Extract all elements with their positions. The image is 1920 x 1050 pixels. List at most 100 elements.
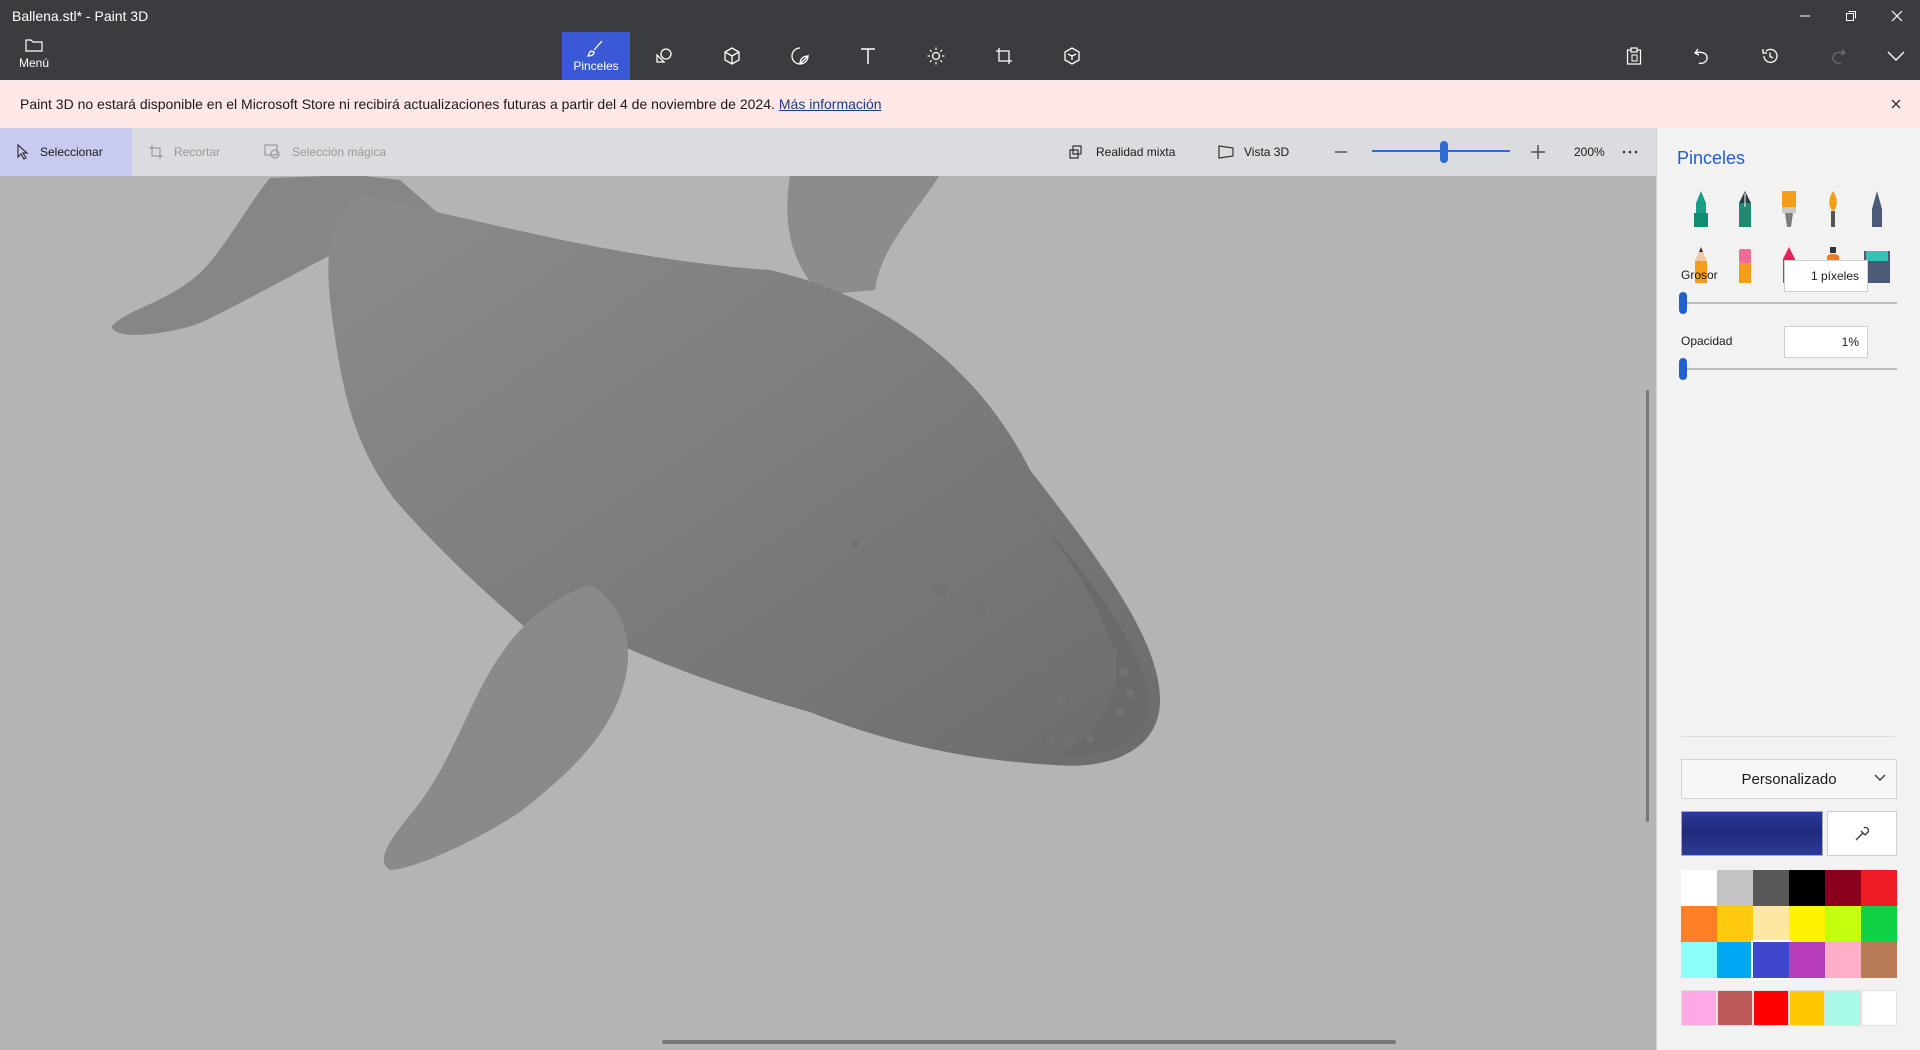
app-bar: Ballena.stl* - Paint 3D Menú Pinceles xyxy=(0,0,1920,80)
zoom-slider-thumb[interactable] xyxy=(1440,141,1448,163)
magic-select-icon xyxy=(264,144,280,159)
eyedropper-icon xyxy=(1855,826,1870,840)
color-swatch[interactable] xyxy=(1825,870,1861,906)
menu-button[interactable]: Menú xyxy=(10,36,58,76)
zoom-value[interactable]: 200% xyxy=(1574,128,1605,176)
tool-effects[interactable] xyxy=(902,32,970,80)
zoom-in-button[interactable] xyxy=(1530,128,1546,176)
sun-effects-icon xyxy=(927,47,945,65)
2d-shapes-icon xyxy=(656,48,672,63)
custom-color-swatch[interactable] xyxy=(1753,990,1789,1026)
tool-canvas[interactable] xyxy=(970,32,1038,80)
minus-icon xyxy=(1335,151,1347,153)
view-3d-label: Vista 3D xyxy=(1244,145,1290,159)
current-color-swatch[interactable] xyxy=(1681,811,1823,856)
restore-button[interactable] xyxy=(1828,0,1874,32)
custom-color-swatch[interactable] xyxy=(1789,990,1825,1026)
mixed-reality-button[interactable]: Realidad mixta xyxy=(1068,128,1175,176)
color-swatch[interactable] xyxy=(1825,906,1861,942)
eraser-icon xyxy=(1739,249,1751,283)
more-icon xyxy=(1622,150,1638,154)
opacity-input[interactable]: 1% xyxy=(1784,326,1868,358)
thickness-slider-thumb[interactable] xyxy=(1679,292,1687,314)
view-3d-button[interactable]: Vista 3D xyxy=(1218,128,1289,176)
notification-banner: Paint 3D no estará disponible en el Micr… xyxy=(0,80,1920,128)
tool-3d-library[interactable] xyxy=(1038,32,1106,80)
color-swatch[interactable] xyxy=(1861,942,1897,978)
minimize-button[interactable] xyxy=(1782,0,1828,32)
redo-button[interactable] xyxy=(1816,36,1860,76)
thickness-input[interactable]: 1 píxeles xyxy=(1784,260,1868,292)
magic-select-label: Selección mágica xyxy=(292,145,387,159)
opacity-label: Opacidad xyxy=(1681,334,1733,348)
canvas-crop-icon xyxy=(996,48,1012,64)
opacity-slider-thumb[interactable] xyxy=(1679,358,1687,380)
custom-color-swatch[interactable] xyxy=(1717,990,1753,1026)
eraser-brush[interactable] xyxy=(1725,242,1765,288)
color-swatch[interactable] xyxy=(1825,942,1861,978)
custom-color-swatch[interactable] xyxy=(1681,990,1717,1026)
tool-stickers[interactable] xyxy=(766,32,834,80)
watercolor-brush[interactable] xyxy=(1813,186,1853,232)
banner-more-info-link[interactable]: Más información xyxy=(779,96,882,112)
color-swatch[interactable] xyxy=(1717,906,1753,942)
vertical-scrollbar[interactable] xyxy=(1646,390,1649,822)
color-swatch[interactable] xyxy=(1681,870,1717,906)
history-button[interactable] xyxy=(1748,36,1792,76)
crop-icon xyxy=(149,145,163,159)
whale-3d-model[interactable] xyxy=(0,176,1656,1050)
3d-library-icon xyxy=(1064,47,1080,65)
opacity-slider-track[interactable] xyxy=(1685,368,1897,370)
color-swatch[interactable] xyxy=(1789,870,1825,906)
view-3d-icon xyxy=(1218,145,1234,159)
canvas-area[interactable] xyxy=(0,176,1656,1050)
zoom-out-button[interactable] xyxy=(1334,128,1348,176)
custom-color-swatch[interactable] xyxy=(1825,990,1861,1026)
color-swatch[interactable] xyxy=(1753,906,1789,942)
banner-close-button[interactable] xyxy=(1886,94,1906,114)
select-label: Seleccionar xyxy=(40,145,103,159)
panel-title: Pinceles xyxy=(1677,148,1746,168)
select-button[interactable]: Seleccionar xyxy=(0,128,132,176)
restore-icon xyxy=(1846,11,1856,21)
expand-button[interactable] xyxy=(1874,36,1918,76)
color-swatch[interactable] xyxy=(1861,906,1897,942)
thickness-slider-track[interactable] xyxy=(1685,302,1897,304)
tool-3d-shapes[interactable] xyxy=(698,32,766,80)
brushes-panel: Pinceles Grosor 1 píxeles Opacidad 1% Pe… xyxy=(1656,128,1920,1050)
marker-brush[interactable] xyxy=(1681,186,1721,232)
magic-select-button[interactable]: Selección mágica xyxy=(264,128,386,176)
paste-button[interactable] xyxy=(1612,36,1656,76)
horizontal-scrollbar[interactable] xyxy=(662,1040,1396,1044)
calligraphy-pen-brush[interactable] xyxy=(1725,186,1765,232)
custom-color-swatch[interactable] xyxy=(1861,990,1897,1026)
color-swatch[interactable] xyxy=(1861,870,1897,906)
color-swatch[interactable] xyxy=(1717,942,1753,978)
color-swatch[interactable] xyxy=(1789,906,1825,942)
pixel-pen-brush[interactable] xyxy=(1857,186,1897,232)
tool-2d-shapes[interactable] xyxy=(630,32,698,80)
minimize-icon xyxy=(1800,15,1810,17)
marker-icon xyxy=(1694,191,1708,227)
color-swatch[interactable] xyxy=(1751,940,1791,980)
color-swatch[interactable] xyxy=(1681,906,1717,942)
window-title: Ballena.stl* - Paint 3D xyxy=(12,8,149,24)
oil-brush[interactable] xyxy=(1769,186,1809,232)
color-swatch[interactable] xyxy=(1681,942,1717,978)
color-swatch[interactable] xyxy=(1717,870,1753,906)
crop-button[interactable]: Recortar xyxy=(148,128,220,176)
cursor-icon xyxy=(17,144,29,160)
tool-brushes[interactable]: Pinceles xyxy=(562,32,630,80)
paste-icon xyxy=(1626,47,1642,65)
secondary-toolbar: Seleccionar Recortar Selección mágica Re… xyxy=(0,128,1656,176)
close-window-button[interactable] xyxy=(1874,0,1920,32)
undo-button[interactable] xyxy=(1680,36,1724,76)
eyedropper-button[interactable] xyxy=(1827,811,1897,856)
color-swatch[interactable] xyxy=(1789,942,1825,978)
more-options-button[interactable] xyxy=(1622,128,1638,176)
history-icon xyxy=(1762,48,1778,64)
tool-text[interactable] xyxy=(834,32,902,80)
color-swatch[interactable] xyxy=(1753,870,1789,906)
3d-cube-icon xyxy=(724,47,740,65)
palette-dropdown[interactable]: Personalizado xyxy=(1681,759,1897,799)
